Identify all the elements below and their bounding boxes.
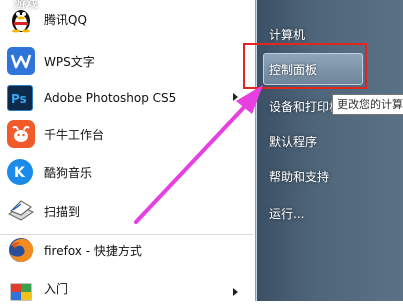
annotation-arrow-icon — [134, 85, 263, 224]
